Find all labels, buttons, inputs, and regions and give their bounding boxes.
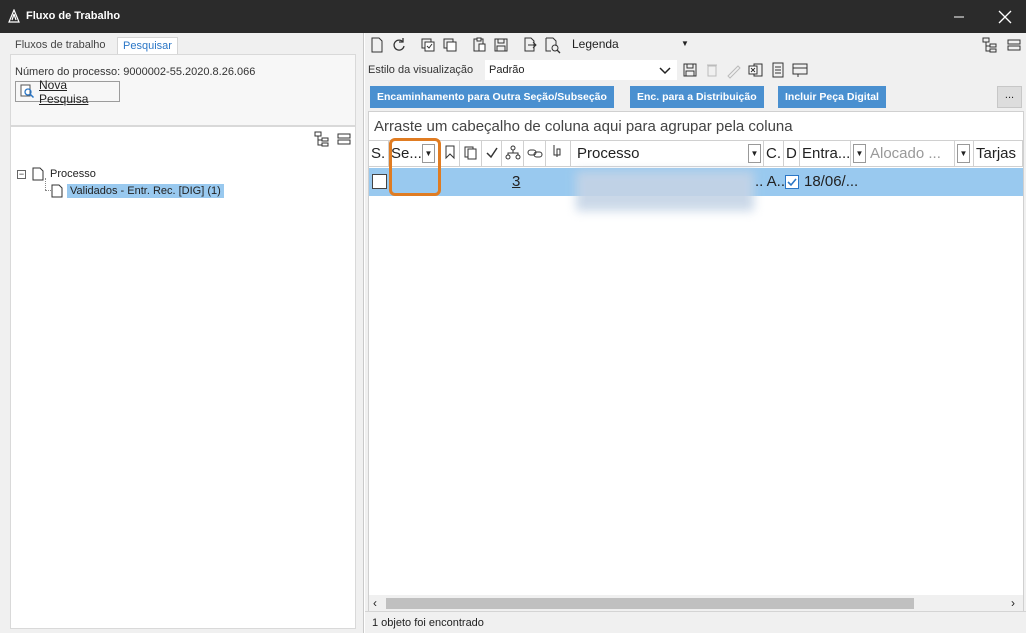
highlight-annotation [389, 138, 441, 196]
view-style-value: Padrão [489, 64, 525, 76]
refresh-icon[interactable] [390, 36, 408, 54]
process-number-label: Número do processo: 9000002-55.2020.8.26… [15, 66, 256, 78]
tree-child-label: Validados - Entr. Rec. [DIG] (1) [67, 184, 224, 198]
row-count-link[interactable]: 3 [512, 168, 520, 196]
tab-fluxos-de-trabalho[interactable]: Fluxos de trabalho [10, 37, 111, 54]
column-header-alocado[interactable]: Alocado ... [868, 141, 955, 166]
table-row[interactable]: 3 .. A.. 18/06/... [369, 168, 1023, 211]
tree-panel: − Processo Validados - Entr. Rec. [DIG] … [10, 126, 356, 629]
legend-dropdown-label[interactable]: Legenda [572, 37, 619, 51]
column-header-copies[interactable] [460, 141, 482, 166]
left-panel: Fluxos de trabalho Pesquisar Número do p… [0, 33, 364, 633]
include-digital-piece-button[interactable]: Incluir Peça Digital [778, 86, 886, 108]
forward-distribution-button[interactable]: Enc. para a Distribuição [630, 86, 764, 108]
chevron-down-icon[interactable]: ▼ [681, 39, 689, 48]
chevron-down-icon [658, 61, 672, 80]
checkmark-icon [486, 147, 498, 159]
select-all-icon[interactable] [419, 36, 437, 54]
minimize-button[interactable] [936, 0, 982, 33]
tree-connector [45, 178, 46, 190]
checkmark-icon [787, 178, 797, 187]
redacted-process-number [576, 171, 754, 211]
column-filter-icon[interactable]: ▼ [957, 144, 970, 163]
view-style-select[interactable]: Padrão [485, 60, 677, 80]
right-panel: Legenda ▼ Estilo da visualização Padrão … [365, 33, 1026, 633]
scroll-right-icon[interactable]: › [1011, 596, 1015, 610]
scroll-left-icon[interactable]: ‹ [373, 596, 377, 610]
results-grid: Arraste um cabeçalho de coluna aqui para… [368, 111, 1024, 611]
column-header-c[interactable]: C. [764, 141, 784, 166]
column-header-attachment[interactable] [546, 141, 571, 166]
column-header-row: S. Se... ▼ Processo⁄ ▼ C. D Entra... ▼ A… [369, 140, 1023, 167]
save-icon[interactable] [492, 36, 510, 54]
column-header-hierarchy[interactable] [502, 141, 524, 166]
column-header-entrada[interactable]: Entra... [800, 141, 851, 166]
document-icon [32, 167, 44, 181]
main-toolbar: Legenda ▼ [365, 33, 1026, 57]
column-header-bookmark[interactable] [440, 141, 460, 166]
scrollbar-thumb[interactable] [386, 598, 914, 609]
document-icon [51, 184, 63, 198]
copy-icon[interactable] [441, 36, 459, 54]
row-entry-date: 18/06/... [804, 173, 859, 190]
title-bar: Fluxo de Trabalho [0, 0, 1026, 33]
report-icon[interactable] [769, 61, 787, 79]
column-header-processo[interactable]: Processo⁄ [571, 141, 764, 166]
search-panel: Número do processo: 9000002-55.2020.8.26… [10, 54, 356, 126]
document-export-icon[interactable] [521, 36, 539, 54]
documents-icon [464, 146, 477, 160]
tree-collapse-icon[interactable] [335, 130, 353, 148]
export-excel-icon[interactable] [747, 61, 765, 79]
status-bar: 1 objeto foi encontrado [365, 611, 1026, 633]
column-filter-icon[interactable]: ▼ [748, 144, 761, 163]
row-d-checkbox[interactable] [785, 175, 799, 189]
bookmark-icon [445, 145, 455, 160]
list-view-icon[interactable] [1005, 36, 1023, 54]
save-view-icon[interactable] [681, 61, 699, 79]
layout-icon[interactable] [791, 61, 809, 79]
new-document-icon[interactable] [368, 36, 386, 54]
tree-hierarchy-icon[interactable] [313, 130, 331, 148]
hierarchy-view-icon[interactable] [981, 36, 999, 54]
search-icon [20, 84, 35, 99]
window-title: Fluxo de Trabalho [26, 10, 121, 22]
document-search-icon[interactable] [543, 36, 561, 54]
tree-root-node[interactable]: − Processo [17, 167, 96, 181]
tree-child-node[interactable]: Validados - Entr. Rec. [DIG] (1) [51, 184, 224, 198]
horizontal-scrollbar[interactable]: ‹ › [369, 595, 1023, 611]
row-select-checkbox[interactable] [372, 174, 387, 189]
column-header-processo-label: Processo [577, 145, 640, 162]
new-search-label: Nova Pesquisa [39, 77, 89, 106]
column-header-link[interactable] [524, 141, 546, 166]
column-header-check[interactable] [482, 141, 502, 166]
tree-expander-icon[interactable]: − [17, 169, 26, 179]
column-header-d[interactable]: D [784, 141, 800, 166]
link-icon [527, 149, 543, 158]
hierarchy-icon [505, 145, 521, 160]
delete-view-icon [703, 61, 721, 79]
close-button[interactable] [982, 0, 1026, 33]
clipboard-icon[interactable] [470, 36, 488, 54]
app-logo-icon [7, 9, 21, 23]
attachment-icon [553, 145, 561, 157]
new-search-button[interactable]: Nova Pesquisa [15, 78, 120, 106]
row-col-a: .. A.. [755, 173, 786, 190]
edit-view-icon [725, 61, 743, 79]
view-style-label: Estilo da visualização [368, 64, 474, 76]
forward-section-button[interactable]: Encaminhamento para Outra Seção/Subseção [370, 86, 614, 108]
group-by-hint: Arraste um cabeçalho de coluna aqui para… [374, 118, 793, 135]
column-header-tarjas[interactable]: Tarjas [973, 141, 1023, 166]
more-actions-button[interactable]: ... [997, 86, 1022, 108]
column-filter-icon[interactable]: ▼ [853, 144, 866, 163]
tab-pesquisar[interactable]: Pesquisar [117, 37, 178, 54]
tree-root-label: Processo [50, 168, 96, 180]
column-header-s[interactable]: S. [369, 141, 389, 166]
